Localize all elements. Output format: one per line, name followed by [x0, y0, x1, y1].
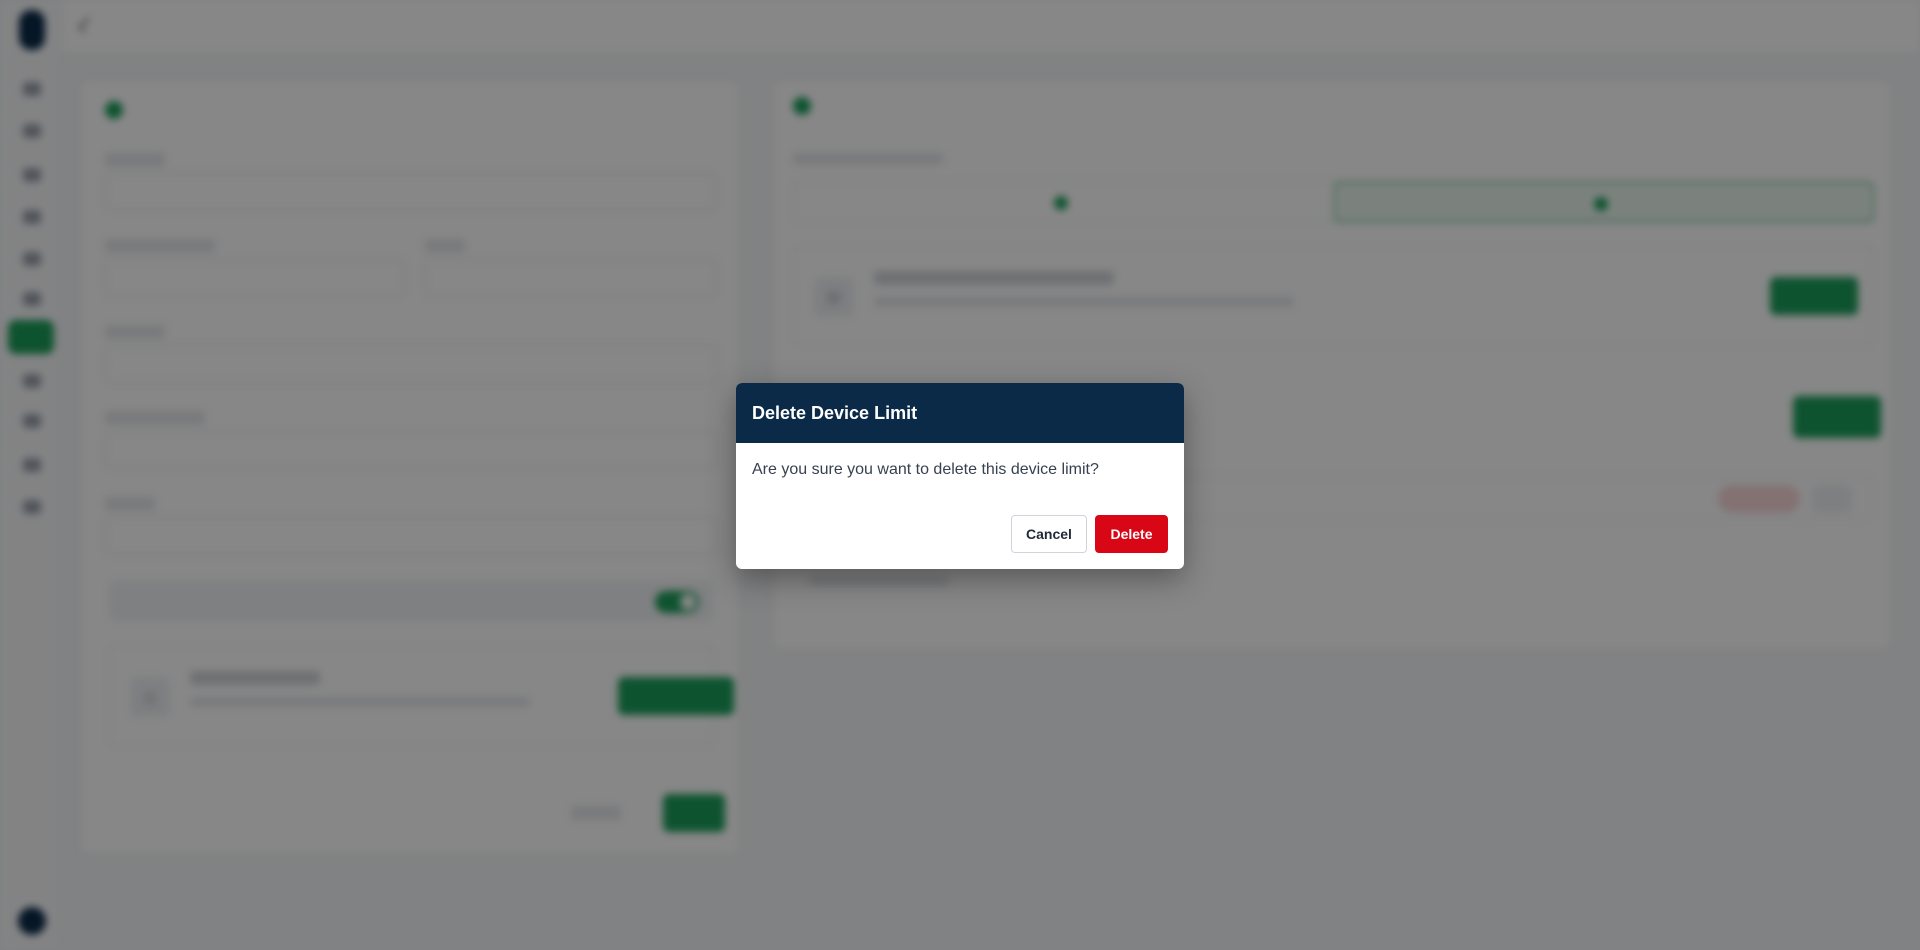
delete-button[interactable]: Delete [1095, 515, 1168, 553]
delete-device-limit-dialog: Delete Device Limit Are you sure you wan… [736, 383, 1184, 569]
dialog-message: Are you sure you want to delete this dev… [752, 461, 1099, 478]
dialog-title: Delete Device Limit [752, 402, 918, 423]
dialog-header: Delete Device Limit [736, 383, 1184, 443]
dialog-footer: Cancel Delete [1011, 515, 1168, 553]
cancel-button[interactable]: Cancel [1011, 515, 1087, 553]
